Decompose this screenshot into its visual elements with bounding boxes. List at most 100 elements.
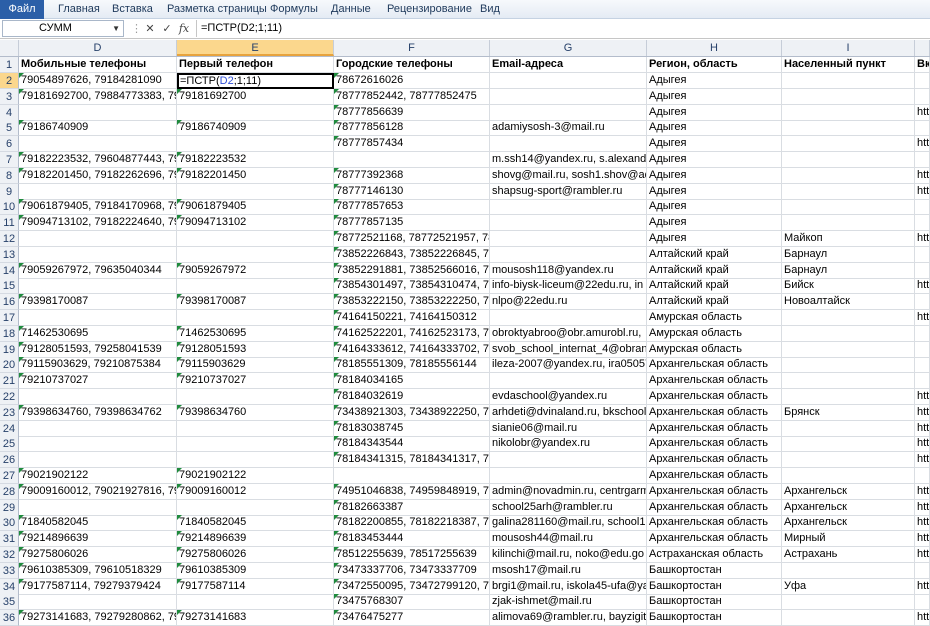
cell-d[interactable]: 79182223532, 79604877443, 7961 bbox=[19, 152, 177, 168]
cell-j[interactable]: htt bbox=[915, 547, 930, 563]
column-header-f[interactable]: F bbox=[334, 40, 490, 56]
cell-g[interactable]: nlpo@22edu.ru bbox=[490, 294, 647, 311]
cell-g[interactable] bbox=[490, 199, 647, 216]
cell-e[interactable]: 79182201450 bbox=[177, 167, 334, 184]
cell-h[interactable]: Архангельская область bbox=[647, 452, 782, 469]
cell-d[interactable]: 79021902122 bbox=[19, 468, 177, 484]
cell-f[interactable]: 78777857653 bbox=[334, 199, 490, 216]
cell-g[interactable] bbox=[490, 73, 647, 89]
cell-j[interactable] bbox=[915, 88, 930, 105]
cell-i[interactable] bbox=[782, 310, 915, 326]
cell-i[interactable] bbox=[782, 373, 915, 390]
row-header[interactable]: 10 bbox=[0, 199, 19, 216]
cell-i[interactable] bbox=[782, 436, 915, 453]
cell-f[interactable]: 74162522201, 74162523173, 7416 bbox=[334, 325, 490, 342]
cell-e[interactable]: 79181692700 bbox=[177, 88, 334, 105]
cell-i[interactable] bbox=[782, 88, 915, 105]
cell-f[interactable]: 78512255639, 78517255639 bbox=[334, 547, 490, 563]
row-header[interactable]: 2 bbox=[0, 73, 19, 89]
tab-file[interactable]: Файл bbox=[0, 0, 44, 19]
cell-h[interactable]: Башкортостан bbox=[647, 578, 782, 595]
cell-j[interactable] bbox=[915, 468, 930, 484]
name-box[interactable]: СУММ ▼ bbox=[2, 20, 124, 37]
cell-f[interactable] bbox=[334, 152, 490, 168]
cell-h[interactable]: Алтайский край bbox=[647, 262, 782, 279]
cell-e[interactable] bbox=[177, 436, 334, 453]
row-header[interactable]: 35 bbox=[0, 594, 19, 611]
cell-g[interactable] bbox=[490, 104, 647, 121]
cell-e[interactable] bbox=[177, 136, 334, 153]
cell-h[interactable]: Адыгея bbox=[647, 120, 782, 137]
cell-e[interactable]: 79275806026 bbox=[177, 547, 334, 563]
cell-e[interactable]: 79115903629 bbox=[177, 357, 334, 374]
cell-h[interactable]: Амурская область bbox=[647, 341, 782, 358]
cell-g[interactable]: alimova69@rambler.ru, bayzigit bbox=[490, 610, 647, 626]
cell-d[interactable] bbox=[19, 594, 177, 611]
cell-f[interactable]: 78183453444 bbox=[334, 531, 490, 548]
row-header[interactable]: 4 bbox=[0, 104, 19, 121]
cell-h[interactable]: Адыгея bbox=[647, 215, 782, 232]
cell-e[interactable] bbox=[177, 183, 334, 200]
cell-f[interactable]: 78184341315, 78184341317, 78184341335, 7… bbox=[334, 452, 490, 469]
cell-h[interactable]: Адыгея bbox=[647, 104, 782, 121]
cell-d[interactable]: 79273141683, 79279280862, 7927 bbox=[19, 610, 177, 626]
cell-h[interactable]: Алтайский край bbox=[647, 294, 782, 311]
cell-d[interactable]: 79210737027 bbox=[19, 373, 177, 390]
cell-f[interactable]: 78184032619 bbox=[334, 389, 490, 405]
cell-i[interactable]: Мирный bbox=[782, 531, 915, 548]
cell-header-e[interactable]: Первый телефон bbox=[177, 57, 334, 73]
row-header[interactable]: 21 bbox=[0, 373, 19, 390]
cell-e[interactable] bbox=[177, 452, 334, 469]
cell-f[interactable]: 78777856128 bbox=[334, 120, 490, 137]
cell-f[interactable]: 78185551309, 78185556144 bbox=[334, 357, 490, 374]
cell-h[interactable]: Амурская область bbox=[647, 310, 782, 326]
cell-d[interactable]: 79059267972, 79635040344 bbox=[19, 262, 177, 279]
cell-f[interactable]: 78777857135 bbox=[334, 215, 490, 232]
cell-f[interactable]: 78777852442, 78777852475 bbox=[334, 88, 490, 105]
cell-e[interactable]: 79061879405 bbox=[177, 199, 334, 216]
row-header[interactable]: 25 bbox=[0, 436, 19, 453]
cancel-icon[interactable]: ✕ bbox=[143, 21, 157, 37]
cell-j[interactable]: htt bbox=[915, 167, 930, 184]
cell-e[interactable]: 79273141683 bbox=[177, 610, 334, 626]
cell-i[interactable]: Астрахань bbox=[782, 547, 915, 563]
cell-h[interactable]: Адыгея bbox=[647, 152, 782, 168]
cell-d[interactable]: 79115903629, 79210875384 bbox=[19, 357, 177, 374]
cell-e[interactable] bbox=[177, 231, 334, 247]
row-header[interactable]: 9 bbox=[0, 183, 19, 200]
cell-j[interactable] bbox=[915, 246, 930, 263]
cell-j[interactable] bbox=[915, 294, 930, 311]
cell-e[interactable]: 79094713102 bbox=[177, 215, 334, 232]
cell-d[interactable]: 79275806026 bbox=[19, 547, 177, 563]
row-header[interactable]: 11 bbox=[0, 215, 19, 232]
cell-g[interactable] bbox=[490, 468, 647, 484]
cell-i[interactable] bbox=[782, 199, 915, 216]
cell-j[interactable] bbox=[915, 562, 930, 579]
cell-g[interactable]: galina281160@mail.ru, school1 bbox=[490, 515, 647, 532]
cell-e[interactable]: 79398634760 bbox=[177, 404, 334, 421]
tab-page-layout[interactable]: Разметка страницы bbox=[167, 0, 267, 19]
cell-g[interactable]: evdaschool@yandex.ru bbox=[490, 389, 647, 405]
cell-j[interactable]: htt bbox=[915, 231, 930, 247]
cell-g[interactable] bbox=[490, 231, 647, 247]
cell-g[interactable]: mousosh44@mail.ru bbox=[490, 531, 647, 548]
cell-h[interactable]: Архангельская область bbox=[647, 404, 782, 421]
cell-e[interactable]: 71840582045 bbox=[177, 515, 334, 532]
cell-j[interactable]: htt bbox=[915, 404, 930, 421]
cell-h[interactable]: Архангельская область bbox=[647, 357, 782, 374]
cell-h[interactable]: Архангельская область bbox=[647, 420, 782, 437]
cell-i[interactable] bbox=[782, 452, 915, 469]
enter-icon[interactable]: ✓ bbox=[160, 21, 174, 37]
row-header[interactable]: 28 bbox=[0, 483, 19, 500]
tab-view[interactable]: Вид bbox=[480, 0, 500, 19]
cell-i[interactable] bbox=[782, 468, 915, 484]
cell-h[interactable]: Адыгея bbox=[647, 136, 782, 153]
cell-d[interactable]: 79186740909 bbox=[19, 120, 177, 137]
row-header[interactable]: 1 bbox=[0, 57, 19, 73]
cell-h[interactable]: Архангельская область bbox=[647, 531, 782, 548]
cell-d[interactable]: 79181692700, 79884773383, 7988 bbox=[19, 88, 177, 105]
cell-g[interactable]: school25arh@rambler.ru bbox=[490, 499, 647, 516]
cell-e[interactable]: 79214896639 bbox=[177, 531, 334, 548]
cell-d[interactable] bbox=[19, 499, 177, 516]
cell-i[interactable] bbox=[782, 594, 915, 611]
